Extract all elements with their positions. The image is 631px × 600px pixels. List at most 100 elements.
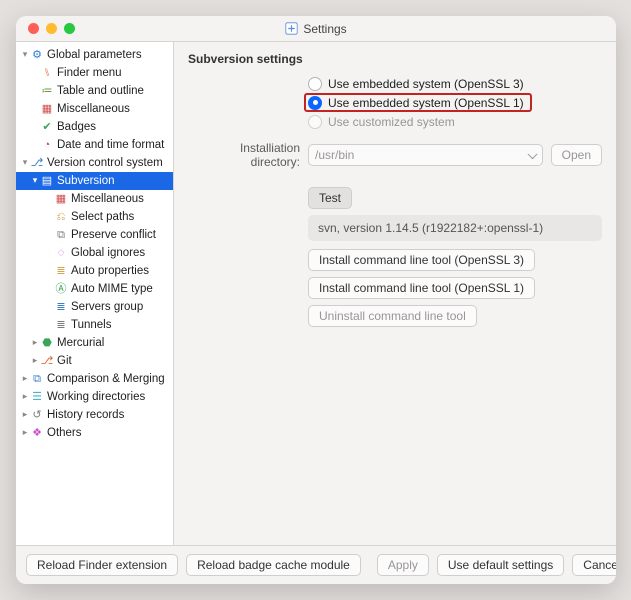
tree-git[interactable]: ▸⎇Git xyxy=(16,352,173,370)
install-dir-label: Installiation directory: xyxy=(188,141,300,169)
tree-icon: ⎌ xyxy=(54,208,68,226)
tree-icon: ⧉ xyxy=(54,226,68,244)
chevron-right-icon[interactable]: ▸ xyxy=(30,351,40,369)
tree-icon: ≔ xyxy=(40,82,54,100)
window-title-text: Settings xyxy=(303,22,346,36)
tree-icon: ▦ xyxy=(54,190,68,208)
test-result: svn, version 1.14.5 (r1922182+:openssl-1… xyxy=(308,215,602,241)
tree-icon: ↺ xyxy=(30,406,44,424)
uninstall-button[interactable]: Uninstall command line tool xyxy=(308,305,477,327)
tree-label: Preserve conflict xyxy=(71,226,156,244)
tree-icon: ▤ xyxy=(40,172,54,190)
footer: Reload Finder extension Reload badge cac… xyxy=(16,545,616,584)
tree-label: Mercurial xyxy=(57,334,104,352)
radio-icon xyxy=(308,115,322,129)
tree-label: Table and outline xyxy=(57,82,144,100)
tree-servers-group[interactable]: ≣Servers group xyxy=(16,298,173,316)
tree-label: Global parameters xyxy=(47,46,142,64)
settings-window: Settings ▾⚙︎Global parameters⑊Finder men… xyxy=(16,16,616,584)
tree-icon: ✔︎ xyxy=(40,118,54,136)
chevron-right-icon[interactable]: ▸ xyxy=(20,423,30,441)
tree-label: Working directories xyxy=(47,388,145,406)
tree-select-paths[interactable]: ⎌Select paths xyxy=(16,208,173,226)
tree-label: Badges xyxy=(57,118,96,136)
tree-table-outline[interactable]: ≔Table and outline xyxy=(16,82,173,100)
sidebar[interactable]: ▾⚙︎Global parameters⑊Finder menu≔Table a… xyxy=(16,42,174,545)
reload-finder-extension-button[interactable]: Reload Finder extension xyxy=(26,554,178,576)
radio-icon xyxy=(308,96,322,110)
tree-icon: ◔ xyxy=(40,136,54,154)
cancel-button[interactable]: Cancel xyxy=(572,554,616,576)
tree-tunnels[interactable]: ≣Tunnels xyxy=(16,316,173,334)
minimize-window-button[interactable] xyxy=(46,23,57,34)
radio-embedded-openssl1[interactable]: Use embedded system (OpenSSL 1) xyxy=(304,93,532,112)
tree-date-time[interactable]: ◔Date and time format xyxy=(16,136,173,154)
radio-customized-system[interactable]: Use customized system xyxy=(308,112,602,131)
tree-auto-properties[interactable]: ≣Auto properties xyxy=(16,262,173,280)
tree-misc-global[interactable]: ▦Miscellaneous xyxy=(16,100,173,118)
install-openssl1-button[interactable]: Install command line tool (OpenSSL 1) xyxy=(308,277,535,299)
close-window-button[interactable] xyxy=(28,23,39,34)
tree-subversion[interactable]: ▾▤Subversion xyxy=(16,172,173,190)
tree-label: Auto MIME type xyxy=(71,280,153,298)
titlebar: Settings xyxy=(16,16,616,42)
radio-label: Use embedded system (OpenSSL 1) xyxy=(328,96,524,110)
tree-label: Date and time format xyxy=(57,136,164,154)
tree-preserve-conflict[interactable]: ⧉Preserve conflict xyxy=(16,226,173,244)
chevron-right-icon[interactable]: ▸ xyxy=(20,369,30,387)
tree-global-parameters[interactable]: ▾⚙︎Global parameters xyxy=(16,46,173,64)
system-radio-group: Use embedded system (OpenSSL 3) Use embe… xyxy=(308,74,602,131)
apply-button[interactable]: Apply xyxy=(377,554,429,576)
tree-label: History records xyxy=(47,406,124,424)
section-header: Subversion settings xyxy=(174,42,616,74)
radio-label: Use customized system xyxy=(328,115,455,129)
chevron-right-icon[interactable]: ▸ xyxy=(20,387,30,405)
settings-icon xyxy=(285,22,298,35)
tree-finder-menu[interactable]: ⑊Finder menu xyxy=(16,64,173,82)
settings-form: Use embedded system (OpenSSL 3) Use embe… xyxy=(174,74,616,545)
tree-icon: Ⓐ xyxy=(54,280,68,298)
tree-icon: ❖ xyxy=(30,424,44,442)
use-defaults-button[interactable]: Use default settings xyxy=(437,554,564,576)
zoom-window-button[interactable] xyxy=(64,23,75,34)
tree-icon: ≣ xyxy=(54,262,68,280)
reload-badge-cache-button[interactable]: Reload badge cache module xyxy=(186,554,361,576)
chevron-right-icon[interactable]: ▸ xyxy=(30,333,40,351)
radio-embedded-openssl3[interactable]: Use embedded system (OpenSSL 3) xyxy=(308,74,602,93)
tree-vcs[interactable]: ▾⎇Version control system xyxy=(16,154,173,172)
tree-history[interactable]: ▸↺History records xyxy=(16,406,173,424)
install-openssl3-button[interactable]: Install command line tool (OpenSSL 3) xyxy=(308,249,535,271)
tree-auto-mime[interactable]: ⒶAuto MIME type xyxy=(16,280,173,298)
tree-badges[interactable]: ✔︎Badges xyxy=(16,118,173,136)
tree-icon: ◌ xyxy=(54,244,68,262)
window-title: Settings xyxy=(16,22,616,36)
install-dir-value: /usr/bin xyxy=(315,148,354,162)
tree-icon: ⎇ xyxy=(30,154,44,172)
chevron-down-icon[interactable]: ▾ xyxy=(30,171,40,189)
tree-icon: ⎇ xyxy=(40,352,54,370)
open-button[interactable]: Open xyxy=(551,144,602,166)
tree-label: Select paths xyxy=(71,208,134,226)
install-dir-combobox[interactable]: /usr/bin xyxy=(308,144,543,166)
tree-global-ignores[interactable]: ◌Global ignores xyxy=(16,244,173,262)
tree-label: Git xyxy=(57,352,72,370)
tree-compare-merge[interactable]: ▸⧉Comparison & Merging xyxy=(16,370,173,388)
radio-icon xyxy=(308,77,322,91)
tree-icon: ⬣ xyxy=(40,334,54,352)
chevron-down-icon[interactable]: ▾ xyxy=(20,45,30,63)
tree-label: Servers group xyxy=(71,298,143,316)
test-button[interactable]: Test xyxy=(308,187,352,209)
tree-working-dirs[interactable]: ▸☰Working directories xyxy=(16,388,173,406)
install-dir-row: Installiation directory: /usr/bin Open xyxy=(188,141,602,169)
chevron-right-icon[interactable]: ▸ xyxy=(20,405,30,423)
tree-label: Auto properties xyxy=(71,262,149,280)
tree-icon: ⚙︎ xyxy=(30,46,44,64)
window-controls xyxy=(16,23,75,34)
chevron-down-icon[interactable]: ▾ xyxy=(20,153,30,171)
tree-label: Tunnels xyxy=(71,316,112,334)
tree-label: Miscellaneous xyxy=(71,190,144,208)
tree-svn-misc[interactable]: ▦Miscellaneous xyxy=(16,190,173,208)
tree-others[interactable]: ▸❖Others xyxy=(16,424,173,442)
tree-mercurial[interactable]: ▸⬣Mercurial xyxy=(16,334,173,352)
tree-icon: ▦ xyxy=(40,100,54,118)
